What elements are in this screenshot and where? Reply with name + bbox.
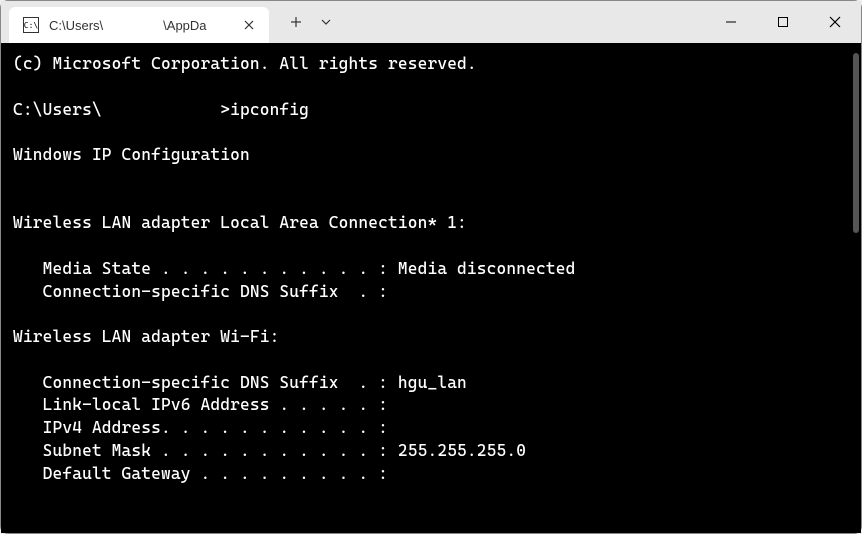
tab-active[interactable]: C:\ C:\Users\\AppDa <box>9 7 269 43</box>
close-icon <box>829 16 841 28</box>
terminal-text: (c) Microsoft Corporation. All rights re… <box>13 54 575 483</box>
chevron-down-icon <box>319 15 333 29</box>
close-icon <box>244 20 254 30</box>
tab-title: C:\Users\\AppDa <box>49 18 231 33</box>
new-tab-button[interactable] <box>281 7 311 37</box>
titlebar: C:\ C:\Users\\AppDa <box>1 1 861 43</box>
terminal-icon: C:\ <box>23 17 39 33</box>
minimize-icon <box>725 16 737 28</box>
maximize-button[interactable] <box>757 1 809 43</box>
tab-dropdown-button[interactable] <box>311 7 341 37</box>
terminal-icon-text: C:\ <box>24 21 38 30</box>
tab-close-button[interactable] <box>239 15 259 35</box>
plus-icon <box>289 15 303 29</box>
scrollbar[interactable] <box>853 53 859 233</box>
terminal-output[interactable]: (c) Microsoft Corporation. All rights re… <box>1 43 861 533</box>
window-controls <box>705 1 861 43</box>
titlebar-left: C:\ C:\Users\\AppDa <box>1 1 341 43</box>
maximize-icon <box>777 16 789 28</box>
tab-toolbar <box>281 1 341 43</box>
minimize-button[interactable] <box>705 1 757 43</box>
close-window-button[interactable] <box>809 1 861 43</box>
